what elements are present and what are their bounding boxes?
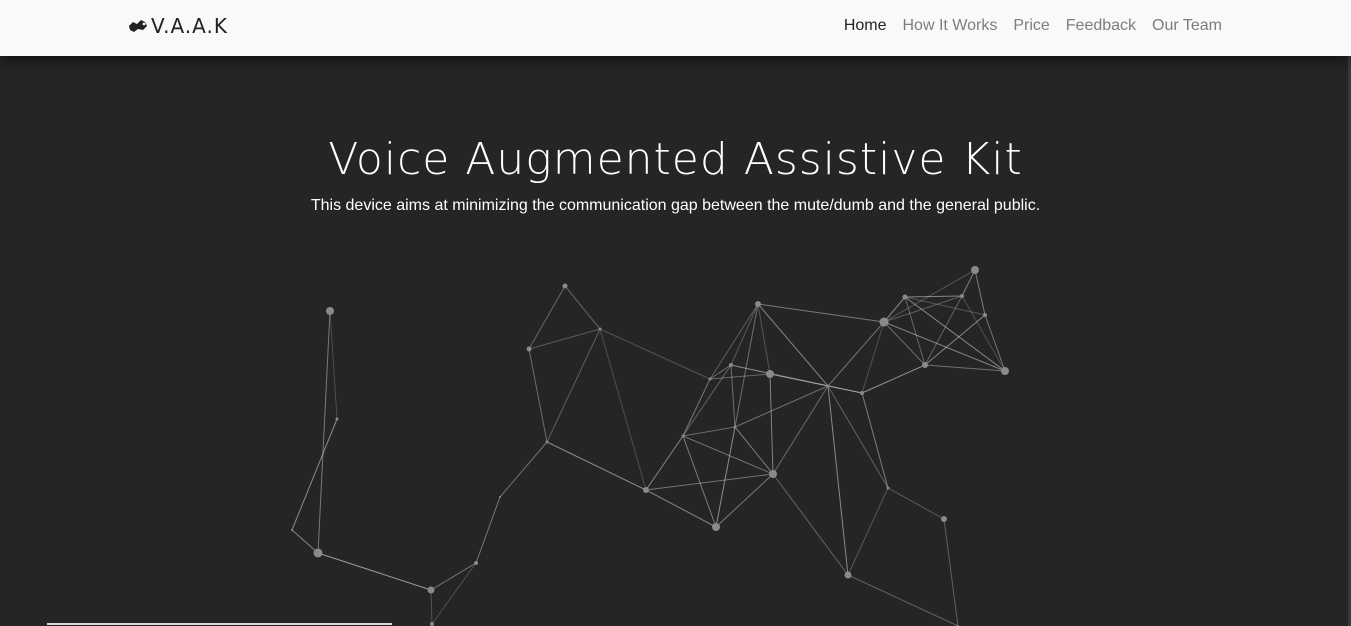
navbar: V.A.A.K Home How It Works Price Feedback… xyxy=(0,0,1351,56)
network-edge xyxy=(645,435,684,491)
network-edge xyxy=(887,487,945,520)
network-node xyxy=(860,391,864,395)
nav-feedback[interactable]: Feedback xyxy=(1058,17,1144,35)
network-edge xyxy=(329,310,338,420)
network-edge xyxy=(772,473,849,576)
network-edge xyxy=(291,529,319,554)
network-edge xyxy=(546,328,601,443)
network-edge xyxy=(847,574,959,626)
hero-title: Voice Augmented Assistive Kit xyxy=(328,134,1023,185)
network-node xyxy=(598,327,602,331)
network-edge xyxy=(682,435,774,475)
network-edge xyxy=(317,310,331,554)
network-edge xyxy=(730,303,759,366)
network-edge xyxy=(943,518,959,626)
nav-our-team[interactable]: Our Team xyxy=(1144,17,1230,35)
network-edge xyxy=(904,295,963,298)
network-node xyxy=(844,571,852,579)
network-edge xyxy=(546,441,647,491)
network-edge xyxy=(827,321,885,387)
network-node xyxy=(291,529,293,531)
brand-logo[interactable]: V.A.A.K xyxy=(127,14,228,38)
nav-price[interactable]: Price xyxy=(1005,17,1057,35)
network-edge xyxy=(769,373,774,475)
network-node xyxy=(643,487,649,493)
network-node xyxy=(826,384,830,388)
network-node xyxy=(545,440,549,444)
network-edge xyxy=(317,552,432,591)
network-edge xyxy=(709,373,771,380)
network-node xyxy=(755,301,761,307)
network-edge xyxy=(757,303,771,375)
network-edge xyxy=(430,589,433,625)
network-edge xyxy=(861,364,926,394)
network-edge xyxy=(528,328,601,350)
network-node xyxy=(427,586,435,594)
network-edge xyxy=(645,489,717,528)
network-node xyxy=(971,266,979,274)
network-node xyxy=(983,313,987,317)
network-edge xyxy=(431,562,477,625)
network-edge xyxy=(682,378,711,437)
network-node xyxy=(326,307,334,315)
network-node xyxy=(922,362,928,368)
network-edge xyxy=(430,562,477,591)
network-node xyxy=(766,370,774,378)
network-edge xyxy=(847,487,889,576)
network-edge xyxy=(291,418,338,531)
network-node xyxy=(960,294,964,298)
network-node xyxy=(886,486,890,490)
network-edge xyxy=(599,328,647,491)
network-node xyxy=(729,363,733,367)
network-edge xyxy=(528,285,566,350)
network-node xyxy=(526,346,532,352)
network-edge xyxy=(499,441,548,498)
network-edge xyxy=(861,321,885,394)
network-node xyxy=(941,516,947,522)
network-edge xyxy=(682,426,736,437)
network-edge xyxy=(682,364,732,437)
hand-gesture-icon xyxy=(129,20,147,32)
network-node xyxy=(769,470,777,478)
network-edge xyxy=(599,328,711,380)
nav-how-it-works[interactable]: How It Works xyxy=(895,17,1006,35)
network-node xyxy=(335,417,339,421)
nav-home[interactable]: Home xyxy=(836,17,895,35)
network-node xyxy=(879,317,889,327)
network-edge xyxy=(924,314,986,366)
network-node xyxy=(708,377,712,381)
network-edge xyxy=(564,285,601,330)
brand-name: V.A.A.K xyxy=(151,14,228,38)
network-edge xyxy=(757,303,885,323)
network-edge xyxy=(734,426,774,475)
network-node xyxy=(562,283,568,289)
network-edge xyxy=(475,496,501,564)
network-node xyxy=(712,523,720,531)
network-node xyxy=(733,425,737,429)
network-edge xyxy=(861,392,889,489)
hero-section: Voice Augmented Assistive Kit This devic… xyxy=(0,56,1351,626)
network-edge xyxy=(734,385,829,428)
network-node xyxy=(499,496,501,498)
network-node xyxy=(430,622,434,626)
network-node xyxy=(1001,367,1009,375)
divider xyxy=(47,623,392,625)
nav-links: Home How It Works Price Feedback Our Tea… xyxy=(836,17,1230,35)
network-edge xyxy=(984,314,1006,372)
network-edge xyxy=(709,364,732,380)
network-node xyxy=(902,294,908,300)
network-edge xyxy=(528,348,548,443)
network-node xyxy=(681,434,685,438)
network-edge xyxy=(645,473,774,491)
network-node xyxy=(313,548,323,558)
network-edge xyxy=(772,385,829,475)
network-edge xyxy=(974,269,986,316)
network-node xyxy=(474,561,478,565)
network-edge xyxy=(730,364,736,428)
hero-subtitle: This device aims at minimizing the commu… xyxy=(310,197,1041,214)
